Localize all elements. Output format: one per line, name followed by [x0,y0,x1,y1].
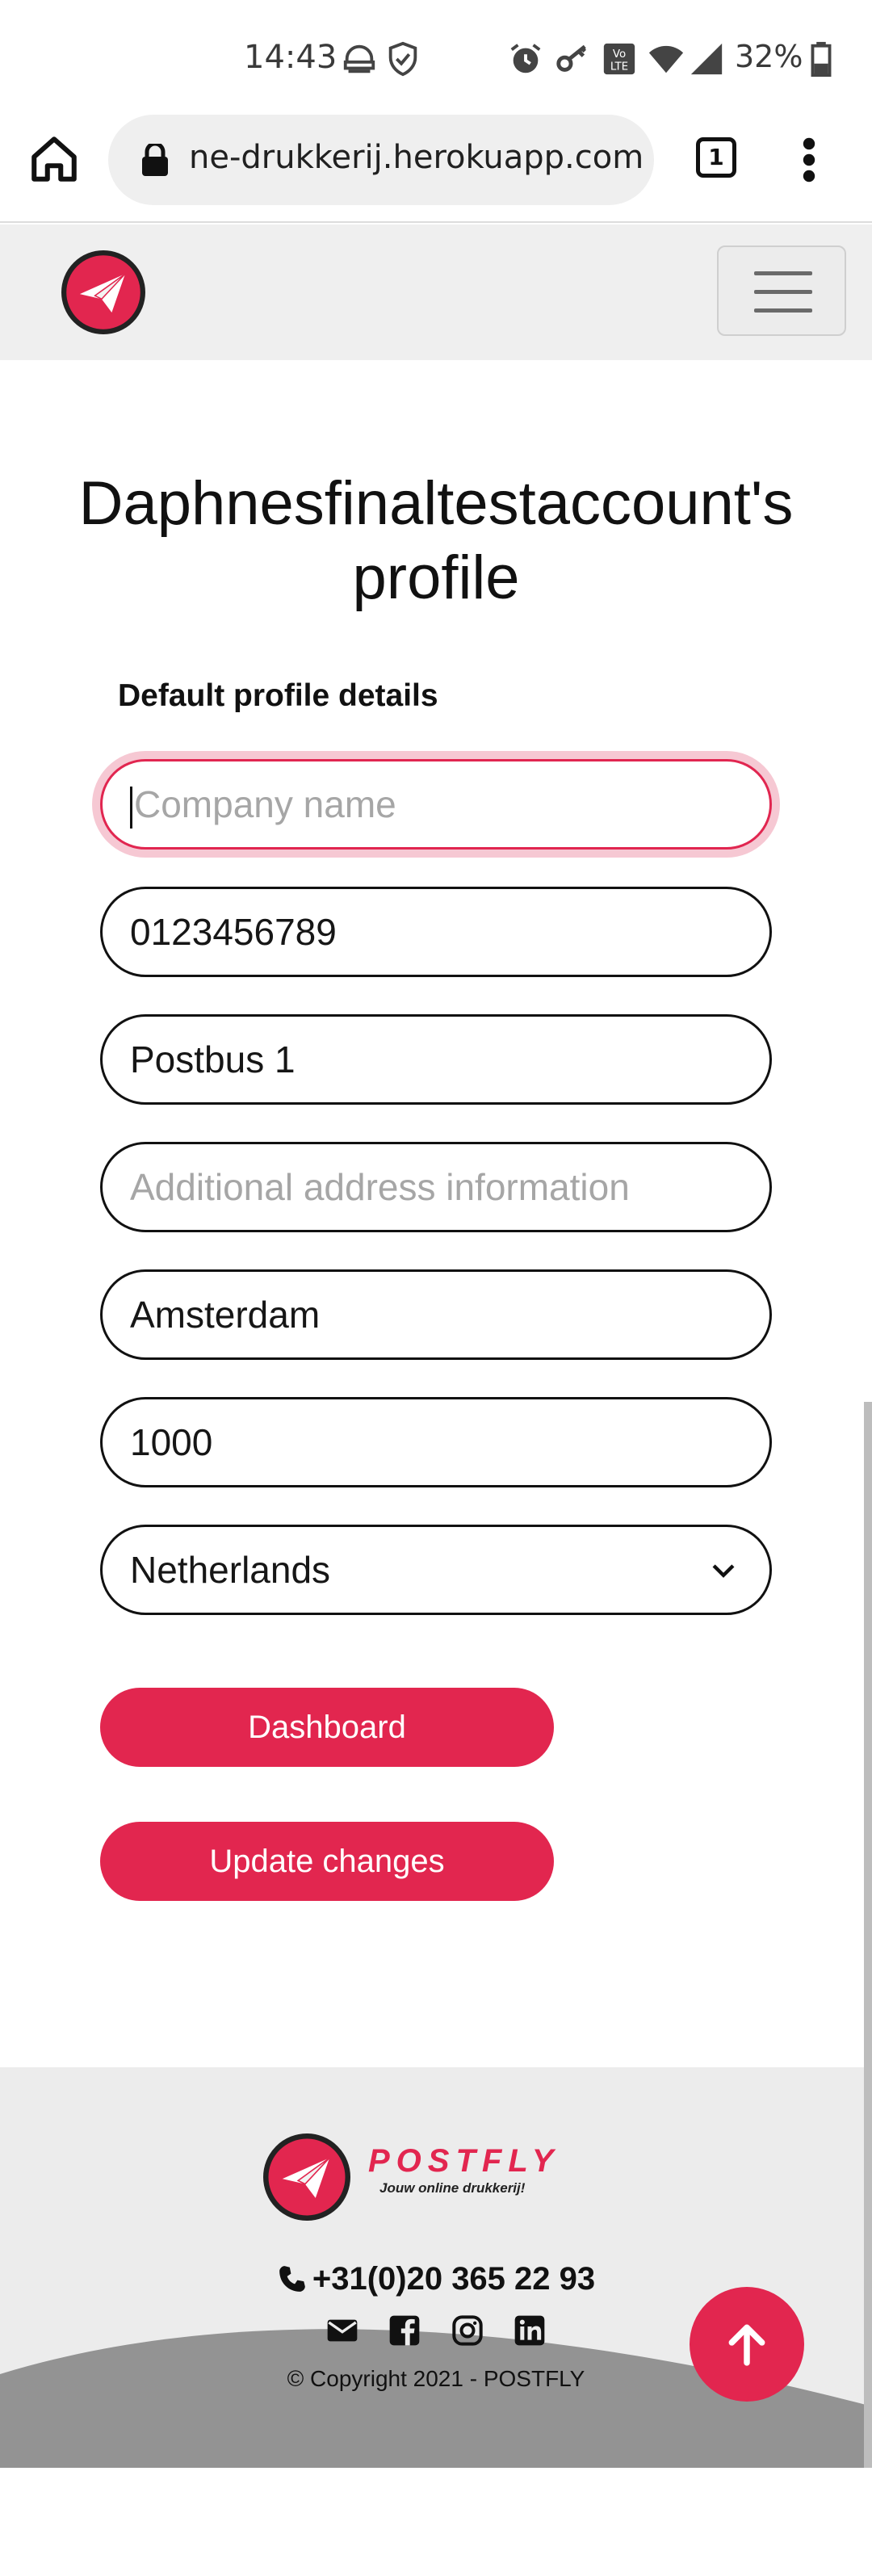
footer-brand-name: POSTFLY [368,2143,560,2179]
back-to-top-button[interactable] [690,2287,804,2402]
more-options-icon[interactable] [793,136,825,184]
home-icon[interactable] [27,132,81,186]
page-scrollbar[interactable] [864,1402,872,2468]
svg-text:Vo: Vo [613,48,626,61]
footer-tagline: Jouw online drukkerij! [379,2180,526,2196]
arrow-up-icon [728,2324,765,2366]
browser-toolbar: ne-drukkerij.herokuapp.com 1 [0,113,872,223]
tab-switcher-button[interactable]: 1 [696,137,736,178]
lock-icon [142,144,168,176]
headset-icon [343,44,375,73]
site-footer: POSTFLY Jouw online drukkerij! +31(0)20 … [0,2067,872,2468]
section-label: Default profile details [118,678,438,713]
hamburger-line [754,290,812,294]
dashboard-button[interactable]: Dashboard [100,1688,554,1767]
additional-address-input[interactable]: Additional address information [100,1142,772,1232]
signal-icon [690,43,723,75]
site-navbar [0,224,872,360]
phone-input[interactable]: 0123456789 [100,887,772,977]
alarm-icon [510,44,541,73]
status-time: 14:43 [244,39,337,76]
status-bar: 14:43 Vo LTE 32% [0,0,872,113]
company-name-placeholder: Company name [134,783,396,825]
company-name-input[interactable]: Company name [100,759,772,850]
svg-text:LTE: LTE [610,61,628,73]
address-input[interactable]: Postbus 1 [100,1014,772,1105]
postal-code-input[interactable]: 1000 [100,1397,772,1487]
shield-check-icon [388,41,417,77]
update-changes-button[interactable]: Update changes [100,1822,554,1901]
address-bar[interactable]: ne-drukkerij.herokuapp.com [108,115,654,205]
country-select-value: Netherlands [130,1549,331,1591]
nav-toggle-button[interactable] [717,245,846,336]
text-caret [130,786,132,829]
footer-logo-icon [263,2133,350,2221]
hamburger-line [754,308,812,313]
linkedin-icon[interactable] [514,2314,546,2347]
phone-icon [279,2266,305,2292]
footer-phone-number: +31(0)20 365 22 93 [312,2261,596,2297]
url-text: ne-drukkerij.herokuapp.com [189,139,641,176]
chevron-down-icon [712,1564,735,1578]
wifi-icon [648,45,684,73]
email-icon[interactable] [326,2314,358,2347]
city-input[interactable]: Amsterdam [100,1269,772,1360]
key-icon [556,44,587,72]
postfly-logo-icon[interactable] [61,250,145,334]
battery-icon [811,41,832,78]
battery-percent: 32% [735,39,803,74]
hamburger-line [754,271,812,275]
volte-icon: VoLTE [603,43,635,75]
page-title: Daphnesfinaltestaccount's profile [78,469,794,612]
instagram-icon[interactable] [451,2314,484,2347]
facebook-icon[interactable] [388,2314,421,2347]
country-select[interactable]: Netherlands [100,1525,772,1615]
